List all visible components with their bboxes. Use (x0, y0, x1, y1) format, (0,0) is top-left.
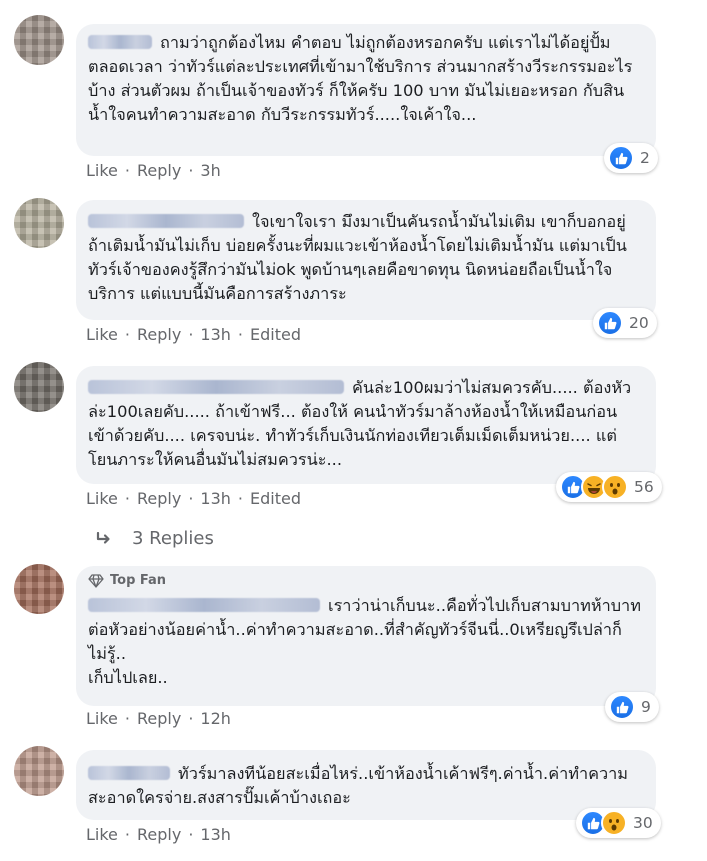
comment-bubble: Top Fan เราว่าน่าเก็บนะ..คือทั่วไปเก็บสา… (76, 566, 656, 706)
reply-link[interactable]: Reply (137, 489, 181, 508)
like-reaction-icon (608, 145, 634, 171)
avatar[interactable] (14, 564, 64, 614)
separator-dot: · (124, 709, 130, 728)
comment-text: ทัวร์มาลงทีน้อยสะเมื่อไหร่..เข้าห้องน้ำเ… (88, 764, 629, 807)
separator-dot: · (188, 825, 194, 844)
timestamp-link[interactable]: 13h (200, 489, 231, 508)
reply-link[interactable]: Reply (137, 325, 181, 344)
separator-dot: · (188, 489, 194, 508)
reaction-icons (609, 694, 635, 720)
separator-dot: · (124, 825, 130, 844)
timestamp-link[interactable]: 13h (200, 325, 231, 344)
reaction-count: 2 (640, 149, 650, 167)
separator-dot: · (124, 325, 130, 344)
timestamp-link[interactable]: 13h (200, 825, 231, 844)
reaction-icons (608, 145, 634, 171)
reply-link[interactable]: Reply (137, 825, 181, 844)
wow-reaction-icon (602, 474, 628, 500)
like-link[interactable]: Like (86, 489, 118, 508)
like-link[interactable]: Like (86, 161, 118, 180)
separator-dot: · (124, 489, 130, 508)
wow-reaction-icon (601, 810, 627, 836)
commenter-name[interactable] (88, 34, 152, 49)
separator-dot: · (237, 489, 243, 508)
comment-text: ใจเขาใจเรา มึงมาเป็นคันรถน้ำมันไม่เติม เ… (88, 212, 627, 303)
edited-label[interactable]: Edited (250, 489, 301, 508)
avatar[interactable] (14, 198, 64, 248)
commenter-name[interactable] (88, 597, 320, 612)
comment-bubble: คันล่ะ100ผมว่าไม่สมควรคับ..... ต้องหัวล่… (76, 366, 656, 484)
comment-actions: Like · Reply · 13h · Edited (86, 489, 301, 508)
view-replies-link[interactable]: 3 Replies (96, 528, 214, 549)
replies-count-label[interactable]: 3 Replies (132, 528, 214, 549)
edited-label[interactable]: Edited (250, 325, 301, 344)
reply-link[interactable]: Reply (137, 161, 181, 180)
comment-actions: Like · Reply · 13h · Edited (86, 325, 301, 344)
reaction-count: 9 (641, 698, 651, 716)
reaction-summary[interactable]: 30 (576, 808, 661, 838)
separator-dot: · (237, 325, 243, 344)
reaction-summary[interactable]: 2 (604, 143, 658, 173)
comment-text: ถามว่าถูกต้องไหม คำตอบ ไม่ถูกต้องหรอกครั… (88, 33, 633, 124)
comment-actions: Like · Reply · 13h (86, 825, 231, 844)
avatar[interactable] (14, 15, 64, 65)
diamond-icon (88, 574, 104, 588)
reaction-count: 30 (633, 814, 653, 832)
like-link[interactable]: Like (86, 325, 118, 344)
like-reaction-icon (609, 694, 635, 720)
like-reaction-icon (597, 310, 623, 336)
commenter-name[interactable] (88, 213, 244, 228)
avatar[interactable] (14, 746, 64, 796)
reaction-summary[interactable]: 20 (593, 308, 657, 338)
timestamp-link[interactable]: 3h (200, 161, 220, 180)
reaction-summary[interactable]: 56 (556, 472, 662, 502)
avatar[interactable] (14, 362, 64, 412)
reaction-icons (580, 810, 627, 836)
reaction-count: 20 (629, 314, 649, 332)
separator-dot: · (188, 709, 194, 728)
like-link[interactable]: Like (86, 825, 118, 844)
reaction-count: 56 (634, 478, 654, 496)
comment-actions: Like · Reply · 3h (86, 161, 221, 180)
reaction-icons (597, 310, 623, 336)
reply-link[interactable]: Reply (137, 709, 181, 728)
reaction-summary[interactable]: 9 (605, 692, 659, 722)
top-fan-badge: Top Fan (88, 572, 642, 590)
reaction-icons (560, 474, 628, 500)
comment-actions: Like · Reply · 12h (86, 709, 231, 728)
comment-text: คันล่ะ100ผมว่าไม่สมควรคับ..... ต้องหัวล่… (88, 378, 632, 469)
separator-dot: · (188, 325, 194, 344)
like-link[interactable]: Like (86, 709, 118, 728)
timestamp-link[interactable]: 12h (200, 709, 231, 728)
separator-dot: · (124, 161, 130, 180)
separator-dot: · (188, 161, 194, 180)
comment-bubble: ใจเขาใจเรา มึงมาเป็นคันรถน้ำมันไม่เติม เ… (76, 200, 656, 320)
comment-text: เราว่าน่าเก็บนะ..คือทั่วไปเก็บสามบาทห้าบ… (88, 596, 641, 687)
comment-bubble: ทัวร์มาลงทีน้อยสะเมื่อไหร่..เข้าห้องน้ำเ… (76, 750, 656, 820)
commenter-name[interactable] (88, 765, 170, 780)
commenter-name[interactable] (88, 379, 344, 394)
comment-bubble: ถามว่าถูกต้องไหม คำตอบ ไม่ถูกต้องหรอกครั… (76, 24, 656, 156)
reply-arrow-icon (96, 531, 110, 544)
